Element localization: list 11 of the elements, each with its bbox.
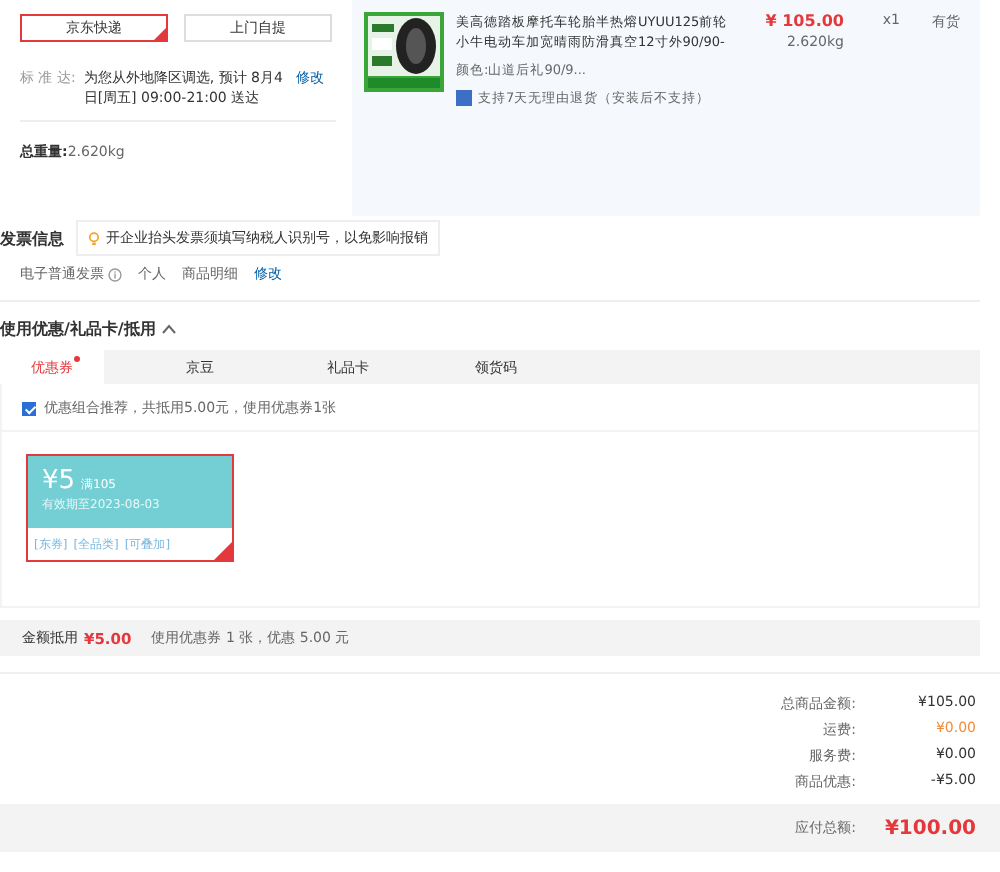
price: ¥ 105.00 (763, 12, 844, 32)
checkbox[interactable] (22, 401, 36, 415)
service-icon (456, 90, 472, 106)
caret-up-icon[interactable] (161, 323, 176, 333)
check-corner-icon (214, 542, 232, 560)
section-title: 使用优惠/礼品卡/抵用 (0, 317, 156, 339)
total-amount: ¥100.00 (882, 817, 976, 839)
section-title: 发票信息 (0, 227, 64, 249)
info-icon[interactable] (108, 267, 122, 281)
coupon-amount: ¥5 (42, 466, 76, 496)
bulb-icon (88, 231, 100, 245)
